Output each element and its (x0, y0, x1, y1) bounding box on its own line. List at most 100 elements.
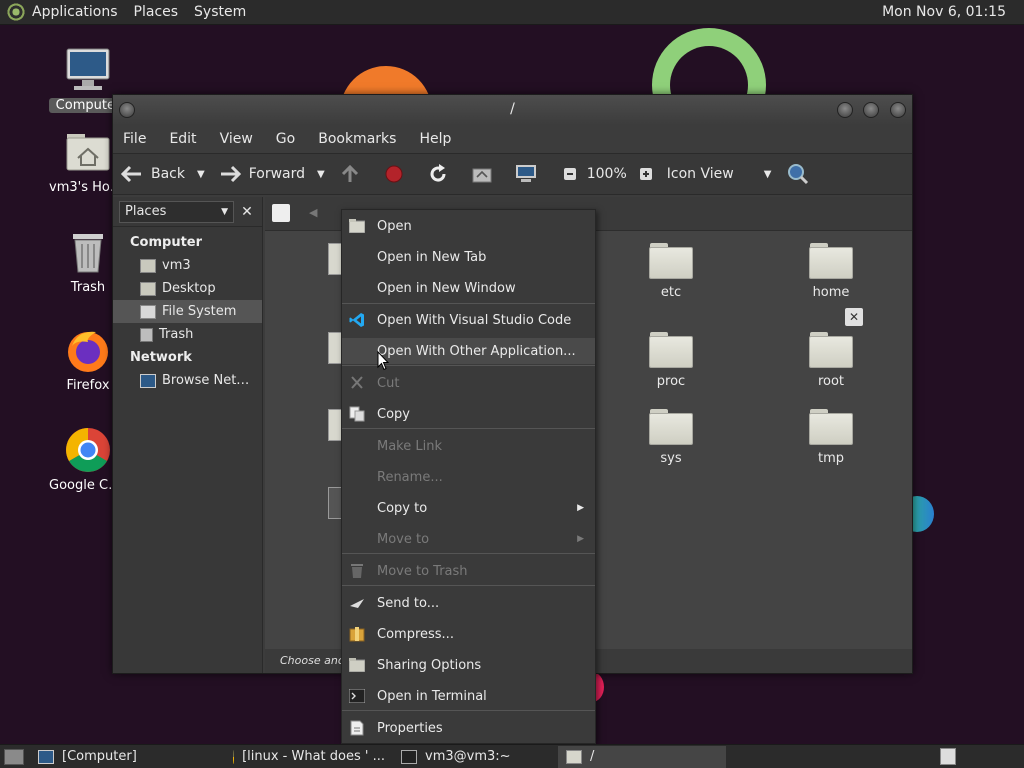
sidebar-item-vm3[interactable]: vm3 (113, 254, 262, 277)
reload-button[interactable] (427, 163, 457, 185)
close-button[interactable] (890, 102, 906, 118)
folder-home[interactable]: home (791, 243, 871, 300)
menu-item-compress[interactable]: Compress... (342, 621, 595, 647)
menu-item-open-new-tab[interactable]: Open in New Tab (342, 244, 595, 270)
view-mode-select[interactable]: Icon View ▼ (667, 166, 772, 182)
zoom-in-icon[interactable] (635, 163, 657, 185)
menu-item-open-in-terminal[interactable]: Open in Terminal (342, 683, 595, 709)
sidebar-item-label: Browse Net… (162, 373, 250, 388)
sidebar-pane-select[interactable]: Places ▼ (119, 200, 234, 223)
sidebar-item-trash[interactable]: Trash (113, 323, 262, 346)
drive-icon (140, 304, 156, 319)
zoom-out-icon[interactable] (559, 163, 581, 185)
folder-root[interactable]: root (791, 332, 871, 389)
back-button[interactable]: Back ▼ (121, 163, 205, 185)
search-button[interactable] (787, 163, 817, 185)
forward-history-dropdown[interactable]: ▼ (317, 169, 325, 180)
folder-icon[interactable] (328, 243, 342, 275)
folder-sys[interactable]: sys (631, 409, 711, 466)
window-title: / (510, 101, 515, 117)
places-menu[interactable]: Places (134, 4, 179, 20)
folder-icon[interactable] (328, 332, 342, 364)
sidebar-item-label: vm3 (162, 258, 191, 273)
folder-icon (566, 749, 582, 764)
home-icon (471, 163, 493, 185)
computer-button[interactable] (515, 163, 545, 185)
folder-tmp[interactable]: tmp (791, 409, 871, 466)
clock[interactable]: Mon Nov 6, 01:15 (882, 4, 1006, 20)
terminal-icon (401, 749, 417, 764)
trash-icon (73, 234, 103, 273)
home-folder-icon (140, 258, 156, 273)
menu-go[interactable]: Go (276, 131, 295, 147)
menu-item-copy[interactable]: Copy (342, 401, 595, 427)
maximize-button[interactable] (863, 102, 879, 118)
forward-arrow-icon (219, 163, 241, 185)
close-icon[interactable]: ✕ (845, 308, 863, 326)
sidebar-item-browse-network[interactable]: Browse Net… (113, 369, 262, 392)
forward-button[interactable]: Forward ▼ (219, 163, 325, 185)
close-sidebar-icon[interactable]: ✕ (238, 204, 256, 220)
menu-item-make-link[interactable]: Make Link (342, 433, 595, 459)
folder-etc[interactable]: etc (631, 243, 711, 300)
context-menu: Open Open in New Tab Open in New Window … (341, 209, 596, 744)
minimize-button[interactable] (837, 102, 853, 118)
reload-icon (427, 163, 449, 185)
window-titlebar[interactable]: / (113, 95, 912, 125)
sidebar-item-label: File System (162, 304, 237, 319)
taskbar-item-computer[interactable]: [Computer] (30, 746, 225, 768)
back-history-dropdown[interactable]: ▼ (197, 169, 205, 180)
menu-item-cut[interactable]: Cut (342, 370, 595, 396)
home-button[interactable] (471, 163, 501, 185)
sidebar-header: Places ▼ ✕ (113, 197, 262, 227)
chrome-icon (66, 428, 110, 472)
menu-item-sharing-options[interactable]: Sharing Options (342, 652, 595, 678)
menu-separator (342, 710, 595, 711)
menu-item-open-new-window[interactable]: Open in New Window (342, 275, 595, 301)
menu-item-rename[interactable]: Rename... (342, 464, 595, 490)
menu-item-send-to[interactable]: Send to... (342, 590, 595, 616)
edit-location-icon[interactable] (272, 204, 290, 222)
search-icon (787, 163, 809, 185)
computer-icon (38, 749, 54, 764)
sidebar-item-file-system[interactable]: File System (113, 300, 262, 323)
taskbar-item-terminal[interactable]: vm3@vm3:~ (393, 746, 558, 768)
menu-item-copy-to[interactable]: Copy to ▶ (342, 495, 595, 521)
stop-button[interactable] (383, 163, 413, 185)
menu-separator (342, 585, 595, 586)
menu-item-properties[interactable]: Properties (342, 715, 595, 741)
sidebar: Places ▼ ✕ Computer vm3 Desktop File Sys… (113, 197, 263, 673)
sidebar-item-desktop[interactable]: Desktop (113, 277, 262, 300)
folder-icon[interactable] (328, 409, 342, 441)
file-icon[interactable] (328, 487, 342, 519)
folder-proc[interactable]: proc (631, 332, 711, 389)
folder-label: etc (660, 285, 682, 300)
menubar: File Edit View Go Bookmarks Help (113, 125, 912, 153)
menu-help[interactable]: Help (419, 131, 451, 147)
distro-logo-icon[interactable] (6, 2, 26, 22)
system-menu[interactable]: System (194, 4, 246, 20)
folder-open-icon (349, 218, 365, 234)
menu-item-open[interactable]: Open (342, 213, 595, 239)
trash-icon (349, 563, 365, 579)
chrome-icon (233, 749, 235, 764)
menu-item-move-to[interactable]: Move to ▶ (342, 526, 595, 552)
applications-menu[interactable]: Applications (32, 4, 118, 20)
folder-icon (649, 332, 693, 368)
menu-view[interactable]: View (220, 131, 253, 147)
menu-item-move-to-trash[interactable]: Move to Trash (342, 558, 595, 584)
taskbar-item-chrome[interactable]: [linux - What does ' ... (225, 746, 393, 768)
menu-bookmarks[interactable]: Bookmarks (318, 131, 396, 147)
menu-item-open-with-vscode[interactable]: Open With Visual Studio Code (342, 307, 595, 333)
sidebar-section-network: Network (130, 350, 192, 365)
sidebar-item-label: Trash (159, 327, 194, 342)
workspace-switcher[interactable] (940, 748, 956, 765)
path-scroll-left-icon[interactable]: ◀ (309, 206, 317, 219)
up-button[interactable] (339, 163, 369, 185)
show-desktop-icon[interactable] (4, 748, 24, 765)
folder-icon (809, 332, 853, 368)
terminal-icon (349, 688, 365, 704)
menu-file[interactable]: File (123, 131, 146, 147)
taskbar-item-file-manager[interactable]: / (558, 745, 726, 768)
menu-edit[interactable]: Edit (169, 131, 196, 147)
